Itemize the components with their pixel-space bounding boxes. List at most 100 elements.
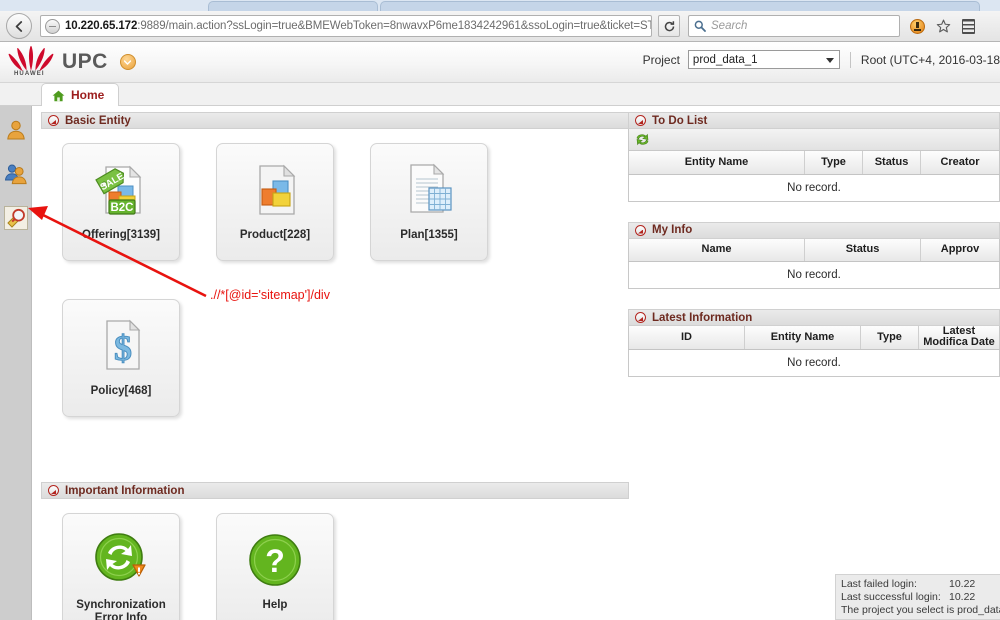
column-creator[interactable]: Creator (920, 151, 1000, 175)
chevron-down-icon[interactable] (119, 54, 136, 70)
offering-sale-b2c-icon: SALE B2C (90, 159, 152, 221)
product-glyph (259, 164, 296, 215)
sidebar-item-user-group[interactable] (4, 162, 28, 186)
library-icon[interactable] (962, 18, 975, 34)
sync-error-glyph (95, 533, 146, 581)
panel-my-info-header[interactable]: My Info (628, 221, 1000, 239)
product-shapes-icon (244, 159, 306, 221)
chevron-down-icon (825, 57, 834, 63)
tile-help[interactable]: ? Help (216, 513, 334, 620)
tile-plan[interactable]: Plan[1355] (370, 143, 488, 261)
url-bar[interactable]: 10.220.65.172:9889/main.action?ssLogin=t… (40, 15, 652, 37)
panel-latest-information-header[interactable]: Latest Information (628, 309, 1000, 326)
search-placeholder: Search (711, 20, 748, 32)
table-row: No record. (628, 261, 1000, 289)
panel-basic-entity-body: SALE B2C Offering[3139] Product[228] Pla… (41, 129, 629, 427)
back-arrow-glyph (15, 20, 22, 32)
status-last-failed-label: Last failed login: (841, 578, 917, 590)
site-identity-icon[interactable] (45, 18, 60, 34)
policy-dollar-icon: $ (90, 315, 152, 377)
tab-home-label: Home (71, 88, 105, 102)
tile-sync-error-info-label: Synchronization Error Info (76, 599, 166, 620)
root-user-info: Root (UTC+4, 2016-03-18 (860, 52, 1000, 67)
panel-todo-list-header[interactable]: To Do List (628, 112, 1000, 129)
reload-icon[interactable] (658, 15, 680, 37)
collapse-icon[interactable] (635, 224, 646, 236)
tile-sync-error-info[interactable]: Synchronization Error Info (62, 513, 180, 620)
star-icon[interactable] (936, 19, 951, 34)
left-rail (0, 106, 32, 620)
header-right-group: Project prod_data_1 Root (UTC+4, 2016-03… (643, 50, 1000, 69)
tile-product-label: Product[228] (239, 229, 311, 241)
table-row: No record. (628, 174, 1000, 201)
tile-row-2: $ Policy[468] (41, 299, 629, 417)
collapse-icon[interactable] (635, 115, 646, 126)
refresh-glyph (636, 133, 649, 146)
panel-basic-entity-header[interactable]: Basic Entity (41, 112, 629, 129)
tile-policy[interactable]: $ Policy[468] (62, 299, 180, 417)
tab-home[interactable]: Home (41, 83, 120, 106)
header-divider (849, 51, 851, 68)
column-entity-name[interactable]: Entity Name (628, 151, 805, 175)
status-last-success-label: Last successful login: (841, 591, 941, 603)
column-type[interactable]: Type (860, 326, 919, 350)
tile-help-label: Help (262, 599, 288, 611)
left-column: Basic Entity SALE B2C Offering[3139] Pro… (41, 112, 629, 620)
panel-latest-information: Latest Information ID Entity Name Type L… (628, 309, 1000, 377)
column-entity-name[interactable]: Entity Name (744, 326, 861, 350)
svg-text:?: ? (265, 543, 285, 579)
home-icon (52, 89, 65, 102)
panel-my-info: My Info Name Status Approv No record. (628, 221, 1000, 289)
app-tab-bar: Home (0, 83, 1000, 106)
sidebar-item-search[interactable] (4, 206, 28, 230)
browser-tab-strip (0, 0, 1000, 12)
table-header-row: Name Status Approv (628, 238, 1000, 262)
status-row-last-failed: Last failed login: 10.22 (841, 578, 1000, 591)
latest-information-table: ID Entity Name Type Latest Modifica Date… (628, 326, 1000, 377)
my-info-table: Name Status Approv No record. (628, 238, 1000, 289)
project-select[interactable]: prod_data_1 (687, 50, 840, 69)
tile-offering[interactable]: SALE B2C Offering[3139] (62, 143, 180, 261)
collapse-icon[interactable] (48, 115, 59, 126)
huawei-petals-glyph (8, 45, 54, 72)
users-group-icon (4, 164, 27, 185)
status-last-success-value: 10.22 (949, 591, 976, 603)
todo-list-table: Entity Name Type Status Creator No recor… (628, 151, 1000, 202)
column-type[interactable]: Type (804, 151, 863, 175)
search-icon (694, 20, 706, 32)
help-question-icon: ? (244, 529, 306, 591)
latest-information-empty: No record. (628, 349, 1000, 376)
download-icon[interactable] (910, 18, 925, 34)
collapse-icon[interactable] (635, 312, 646, 323)
column-id[interactable]: ID (628, 326, 745, 350)
column-approver[interactable]: Approv (920, 238, 1000, 262)
sync-error-icon (90, 529, 152, 591)
url-text: 10.220.65.172:9889/main.action?ssLogin=t… (65, 20, 651, 32)
refresh-icon[interactable] (635, 132, 650, 147)
tile-offering-label: Offering[3139] (82, 229, 160, 241)
panel-important-information-body: Synchronization Error Info ? Help (41, 499, 629, 620)
help-glyph: ? (249, 534, 301, 586)
tile-policy-label: Policy[468] (90, 385, 152, 397)
tile-product[interactable]: Product[228] (216, 143, 334, 261)
policy-glyph: $ (106, 319, 141, 370)
column-name[interactable]: Name (628, 238, 805, 262)
login-status-box: Last failed login: 10.22 Last successful… (835, 574, 1000, 620)
search-magnifier-icon (7, 208, 25, 228)
column-status[interactable]: Status (804, 238, 921, 262)
column-status[interactable]: Status (862, 151, 921, 175)
app-header: HUAWEI UPC Project prod_data_1 Root (UTC… (0, 42, 1000, 83)
panel-important-information-header[interactable]: Important Information (41, 482, 629, 499)
back-arrow-icon[interactable] (6, 13, 32, 39)
todo-list-empty: No record. (628, 174, 1000, 201)
collapse-icon[interactable] (48, 485, 59, 496)
huawei-wordmark: HUAWEI (14, 71, 45, 77)
panel-important-information: Important Information Synchronization Er… (41, 482, 629, 620)
home-glyph (52, 90, 65, 102)
plan-glyph (410, 163, 452, 213)
browser-search-field[interactable]: Search (688, 15, 900, 37)
tile-row-important: Synchronization Error Info ? Help (41, 513, 629, 620)
sidebar-item-user[interactable] (4, 118, 28, 142)
panel-my-info-title: My Info (652, 224, 693, 236)
column-latest-modification-date[interactable]: Latest Modifica Date (918, 326, 1000, 350)
